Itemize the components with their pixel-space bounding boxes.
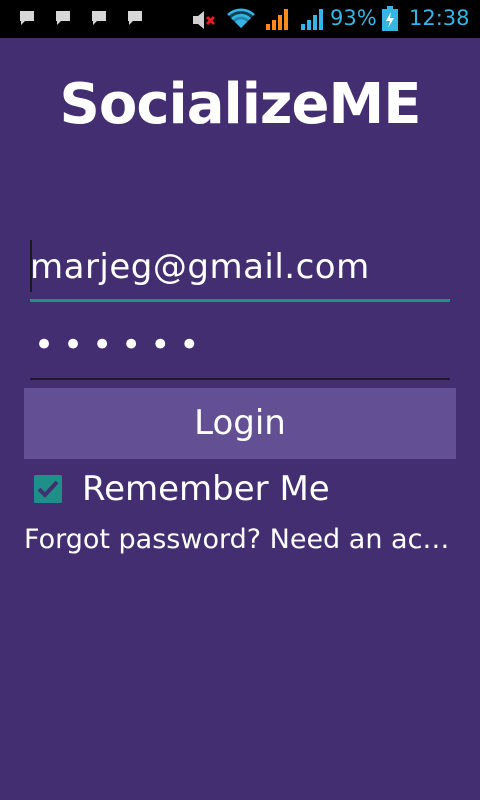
chat-notification-icon	[127, 10, 143, 26]
remember-me-row[interactable]: Remember Me	[34, 468, 454, 510]
login-button[interactable]: Login	[24, 388, 456, 459]
signal-orange-icon	[265, 7, 291, 35]
email-underline	[30, 299, 450, 302]
battery-level: 93%	[330, 6, 377, 30]
remember-me-checkbox[interactable]	[34, 475, 62, 503]
email-value: marjeg@gmail.com	[30, 247, 370, 287]
app-title: SocializeME	[59, 72, 422, 137]
password-field[interactable]: ••••••	[30, 318, 450, 380]
status-bar: 93% 12:38	[0, 0, 480, 38]
password-underline	[30, 378, 450, 380]
checkmark-icon	[37, 480, 59, 498]
clock: 12:38	[409, 6, 470, 30]
battery-charging-icon	[381, 6, 399, 36]
password-value: ••••••	[34, 325, 209, 365]
chat-notification-icon	[19, 10, 35, 26]
speaker-muted-icon	[192, 9, 218, 35]
chat-notification-icon	[91, 10, 107, 26]
chat-notification-icon	[55, 10, 71, 26]
forgot-password-signup-link[interactable]: Forgot password? Need an ac…	[24, 522, 454, 558]
email-field[interactable]: marjeg@gmail.com	[30, 236, 450, 302]
remember-me-label[interactable]: Remember Me	[82, 468, 330, 510]
signal-blue-icon	[300, 7, 326, 35]
wifi-icon	[226, 6, 256, 34]
